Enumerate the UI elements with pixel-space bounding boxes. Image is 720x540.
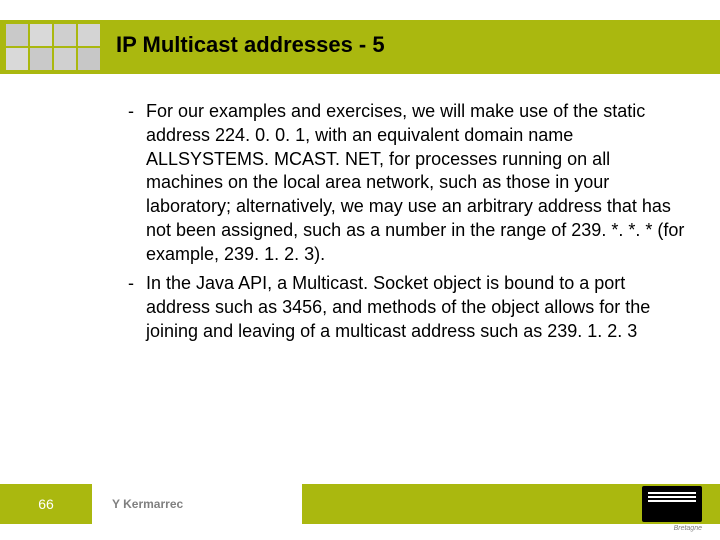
telecom-logo-subtext: Bretagne [674, 525, 702, 532]
page-number: 66 [0, 484, 92, 524]
author-name: Y Kermarrec [112, 484, 183, 524]
bullet-text: For our examples and exercises, we will … [146, 100, 688, 266]
footer: 66 Y Kermarrec [0, 484, 720, 524]
decor-tile [30, 24, 52, 46]
decor-tile [54, 24, 76, 46]
telecom-logo [642, 486, 702, 522]
slide-body: - For our examples and exercises, we wil… [128, 100, 688, 350]
decor-tile [78, 48, 100, 70]
bullet-marker: - [128, 272, 146, 343]
decor-accent [102, 24, 108, 70]
decor-tile [78, 24, 100, 46]
slide-title: IP Multicast addresses - 5 [116, 32, 385, 58]
decor-tile [30, 48, 52, 70]
bullet-marker: - [128, 100, 146, 266]
bullet-item: - For our examples and exercises, we wil… [128, 100, 688, 266]
decor-tile [6, 48, 28, 70]
decor-tile [6, 24, 28, 46]
bullet-item: - In the Java API, a Multicast. Socket o… [128, 272, 688, 343]
bullet-text: In the Java API, a Multicast. Socket obj… [146, 272, 688, 343]
decor-tile [54, 48, 76, 70]
